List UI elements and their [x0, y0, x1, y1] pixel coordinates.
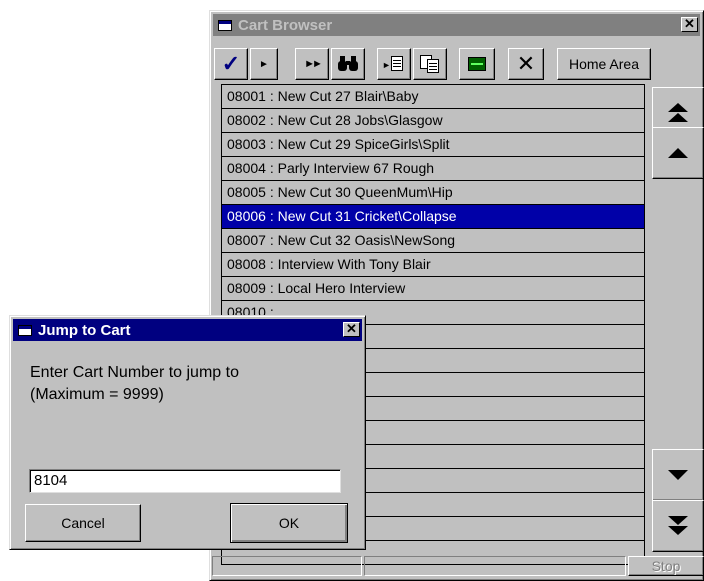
cart-browser-title: Cart Browser: [238, 16, 333, 34]
play-button[interactable]: ►: [250, 48, 278, 80]
prompt-line-2: (Maximum = 9999): [30, 386, 164, 403]
cart-number-input[interactable]: 8104: [29, 469, 341, 493]
binoculars-icon: [337, 56, 359, 72]
play-icon: ►: [259, 58, 269, 70]
find-button[interactable]: [331, 48, 365, 80]
waveform-button[interactable]: [459, 48, 495, 80]
home-area-label: Home Area: [568, 56, 640, 72]
stop-label: Stop: [651, 558, 681, 574]
status-bar: Stop: [212, 556, 704, 576]
waveform-icon: [468, 57, 486, 71]
copy-button[interactable]: [413, 48, 447, 80]
dialog-close-icon[interactable]: ✕: [343, 322, 360, 337]
list-item[interactable]: 08004 : Parly Interview 67 Rough: [221, 157, 645, 181]
insert-cart-button[interactable]: ►: [377, 48, 411, 80]
down-arrow-icon: [668, 470, 688, 480]
scroll-up-button[interactable]: [652, 127, 704, 179]
fast-forward-button[interactable]: ►►: [295, 48, 329, 80]
list-item[interactable]: 08003 : New Cut 29 SpiceGirls\Split: [221, 133, 645, 157]
delete-button[interactable]: ✕: [508, 48, 544, 80]
dialog-prompt: Enter Cart Number to jump to (Maximum = …: [30, 362, 239, 406]
up-arrow-icon: [668, 148, 688, 158]
delete-icon: ✕: [516, 51, 536, 76]
list-item[interactable]: 08002 : New Cut 28 Jobs\Glasgow: [221, 109, 645, 133]
insert-document-icon: ►: [382, 55, 406, 73]
dialog-title: Jump to Cart: [38, 321, 131, 339]
check-button[interactable]: ✓: [214, 48, 248, 80]
fast-forward-icon: ►►: [304, 58, 323, 70]
list-item[interactable]: 08001 : New Cut 27 Blair\Baby: [221, 84, 645, 109]
cart-browser-titlebar[interactable]: Cart Browser ✕: [213, 14, 700, 36]
scroll-bottom-button[interactable]: [652, 500, 704, 552]
list-item[interactable]: 08005 : New Cut 30 QueenMum\Hip: [221, 181, 645, 205]
double-down-arrow-icon: [668, 516, 688, 535]
stop-button[interactable]: Stop: [628, 556, 704, 576]
ok-label: OK: [278, 515, 300, 531]
status-panel-1: [212, 556, 362, 576]
status-panel-2: [364, 556, 626, 576]
dialog-window-icon: [18, 324, 32, 336]
list-item[interactable]: 08006 : New Cut 31 Cricket\Collapse: [221, 205, 645, 229]
copy-icon: [419, 55, 441, 73]
scroll-down-button[interactable]: [652, 449, 704, 501]
prompt-line-1: Enter Cart Number to jump to: [30, 364, 239, 381]
list-item[interactable]: 08008 : Interview With Tony Blair: [221, 253, 645, 277]
cancel-button[interactable]: Cancel: [25, 504, 141, 542]
cancel-label: Cancel: [61, 515, 105, 531]
check-icon: ✓: [221, 51, 241, 76]
home-area-button[interactable]: Home Area: [557, 48, 651, 80]
list-item[interactable]: 08009 : Local Hero Interview: [221, 277, 645, 301]
list-item[interactable]: 08007 : New Cut 32 Oasis\NewSong: [221, 229, 645, 253]
dialog-titlebar[interactable]: Jump to Cart ✕: [13, 319, 362, 341]
ok-button[interactable]: OK: [230, 503, 348, 543]
close-icon[interactable]: ✕: [681, 17, 698, 32]
double-up-arrow-icon: [668, 103, 688, 122]
window-icon: [218, 19, 232, 31]
